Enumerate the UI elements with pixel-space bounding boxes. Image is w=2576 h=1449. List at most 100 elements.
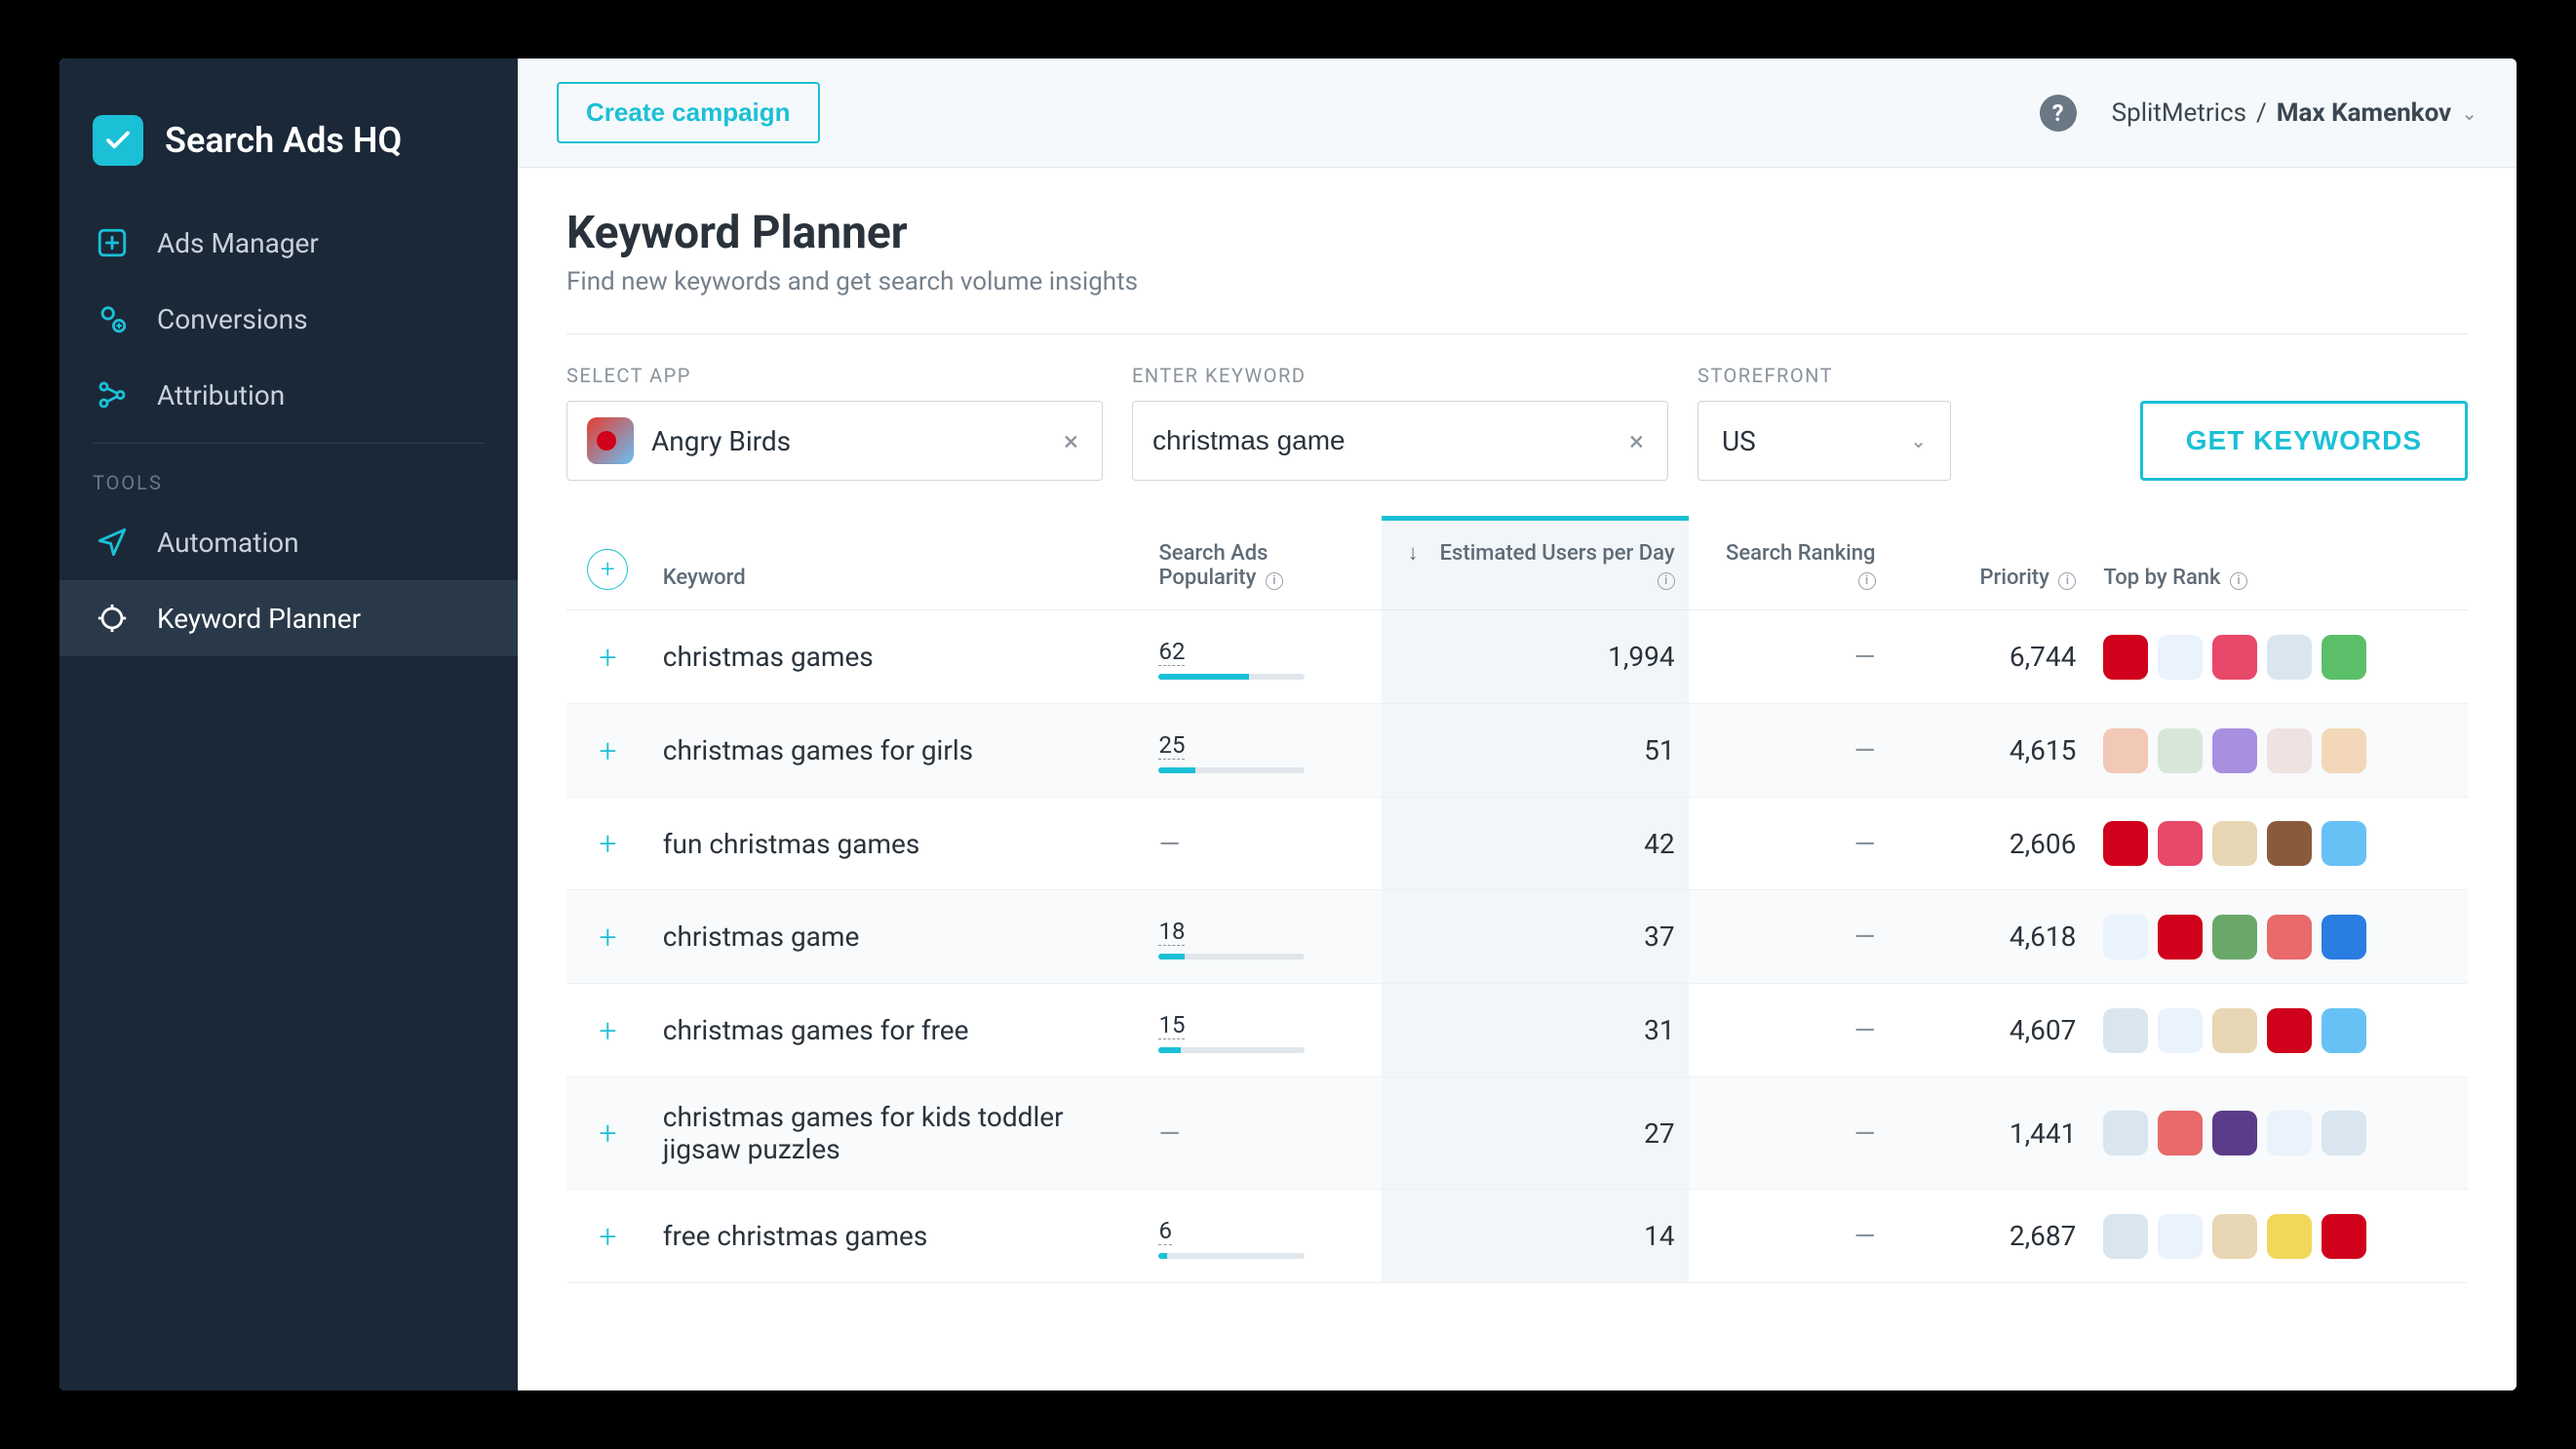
sort-desc-icon: ↓ xyxy=(1408,541,1419,566)
storefront-label: STOREFRONT xyxy=(1698,364,1951,387)
app-rank-icon[interactable] xyxy=(2322,1111,2366,1155)
col-estimated[interactable]: ↓Estimated Users per Day i xyxy=(1382,519,1689,610)
app-rank-icon[interactable] xyxy=(2322,728,2366,773)
app-rank-icon[interactable] xyxy=(2158,1008,2203,1053)
plus-square-icon xyxy=(93,226,132,259)
brand-name: Search Ads HQ xyxy=(165,120,402,161)
cell-ranking: — xyxy=(1689,1077,1890,1190)
app-rank-icon[interactable] xyxy=(2267,915,2312,959)
sidebar-item-label: Automation xyxy=(157,527,299,559)
cell-keyword: fun christmas games xyxy=(649,798,1146,890)
add-keyword-button[interactable]: + xyxy=(587,1113,628,1154)
app-rank-icon[interactable] xyxy=(2267,728,2312,773)
clear-keyword-icon[interactable]: × xyxy=(1625,425,1648,457)
app-rank-icon[interactable] xyxy=(2158,1111,2203,1155)
app-rank-icon[interactable] xyxy=(2212,635,2257,680)
app-rank-icon[interactable] xyxy=(2212,1008,2257,1053)
app-rank-icon[interactable] xyxy=(2158,915,2203,959)
app-rank-icon[interactable] xyxy=(2267,1111,2312,1155)
col-keyword[interactable]: Keyword xyxy=(649,519,1146,610)
app-select[interactable]: Angry Birds × xyxy=(566,401,1103,481)
add-keyword-button[interactable]: + xyxy=(587,1010,628,1051)
app-rank-icon[interactable] xyxy=(2158,728,2203,773)
sidebar-item-conversions[interactable]: Conversions xyxy=(59,281,518,357)
app-rank-icon[interactable] xyxy=(2322,821,2366,866)
info-icon[interactable]: i xyxy=(2058,572,2076,590)
cell-keyword: christmas games xyxy=(649,610,1146,704)
cell-keyword: free christmas games xyxy=(649,1190,1146,1283)
col-priority[interactable]: Priority i xyxy=(1890,519,2090,610)
col-popularity[interactable]: Search Ads Popularity i xyxy=(1145,519,1381,610)
app-rank-icon[interactable] xyxy=(2103,1008,2148,1053)
paper-plane-icon xyxy=(93,526,132,559)
app-rank-icon[interactable] xyxy=(2322,915,2366,959)
app-rank-icon[interactable] xyxy=(2212,915,2257,959)
get-keywords-button[interactable]: GET KEYWORDS xyxy=(2140,401,2468,481)
sidebar-item-attribution[interactable]: Attribution xyxy=(59,357,518,433)
cell-ranking: — xyxy=(1689,704,1890,798)
app-rank-icon[interactable] xyxy=(2267,635,2312,680)
app-rank-icon[interactable] xyxy=(2267,821,2312,866)
app-rank-icon[interactable] xyxy=(2212,821,2257,866)
app-rank-icon[interactable] xyxy=(2103,1214,2148,1259)
app-rank-icon[interactable] xyxy=(2322,1214,2366,1259)
app-rank-icon[interactable] xyxy=(2103,821,2148,866)
sidebar-item-label: Ads Manager xyxy=(157,227,319,259)
app-rank-icon[interactable] xyxy=(2103,915,2148,959)
app-rank-icon[interactable] xyxy=(2103,728,2148,773)
cell-keyword: christmas game xyxy=(649,890,1146,984)
table-row: +christmas games for free1531—4,607 xyxy=(566,984,2468,1077)
cell-top-rank xyxy=(2089,704,2468,798)
sidebar-section-tools: TOOLS xyxy=(59,444,518,504)
help-icon[interactable]: ? xyxy=(2040,95,2077,132)
cell-priority: 4,615 xyxy=(1890,704,2090,798)
account-menu[interactable]: SplitMetrics / Max Kamenkov ⌄ xyxy=(2112,98,2478,128)
app-rank-icon[interactable] xyxy=(2212,1214,2257,1259)
col-add[interactable]: + xyxy=(566,519,649,610)
table-row: +christmas games621,994—6,744 xyxy=(566,610,2468,704)
app-rank-icon[interactable] xyxy=(2322,1008,2366,1053)
sidebar-item-ads-manager[interactable]: Ads Manager xyxy=(59,205,518,281)
clear-app-icon[interactable]: × xyxy=(1060,425,1082,457)
create-campaign-button[interactable]: Create campaign xyxy=(557,82,820,143)
cell-ranking: — xyxy=(1689,890,1890,984)
app-rank-icon[interactable] xyxy=(2212,1111,2257,1155)
info-icon[interactable]: i xyxy=(1858,572,1876,590)
cell-keyword: christmas games for kids toddler jigsaw … xyxy=(649,1077,1146,1190)
app-rank-icon[interactable] xyxy=(2267,1008,2312,1053)
add-keyword-button[interactable]: + xyxy=(587,1216,628,1257)
app-rank-icon[interactable] xyxy=(2158,635,2203,680)
sidebar-item-automation[interactable]: Automation xyxy=(59,504,518,580)
app-rank-icon[interactable] xyxy=(2322,635,2366,680)
cell-estimated: 14 xyxy=(1382,1190,1689,1283)
app-rank-icon[interactable] xyxy=(2158,821,2203,866)
app-rank-icon[interactable] xyxy=(2267,1214,2312,1259)
info-icon[interactable]: i xyxy=(1658,572,1675,590)
cell-top-rank xyxy=(2089,798,2468,890)
keyword-input[interactable] xyxy=(1152,425,1625,456)
cell-priority: 4,618 xyxy=(1890,890,2090,984)
cell-estimated: 27 xyxy=(1382,1077,1689,1190)
keyword-table: + Keyword Search Ads Popularity i ↓Estim… xyxy=(566,516,2468,1390)
table-row: +christmas games for girls2551—4,615 xyxy=(566,704,2468,798)
storefront-select[interactable]: US ⌄ xyxy=(1698,401,1951,481)
cell-ranking: — xyxy=(1689,798,1890,890)
add-keyword-button[interactable]: + xyxy=(587,730,628,771)
page-subtitle: Find new keywords and get search volume … xyxy=(566,267,2468,296)
cell-priority: 4,607 xyxy=(1890,984,2090,1077)
app-rank-icon[interactable] xyxy=(2103,635,2148,680)
app-rank-icon[interactable] xyxy=(2212,728,2257,773)
info-icon[interactable]: i xyxy=(2230,572,2247,590)
cell-popularity: 18 xyxy=(1145,890,1381,984)
col-top-rank[interactable]: Top by Rank i xyxy=(2089,519,2468,610)
info-icon[interactable]: i xyxy=(1266,572,1283,590)
app-rank-icon[interactable] xyxy=(2158,1214,2203,1259)
sidebar-item-keyword-planner[interactable]: Keyword Planner xyxy=(59,580,518,656)
add-keyword-button[interactable]: + xyxy=(587,917,628,958)
app-rank-icon[interactable] xyxy=(2103,1111,2148,1155)
sidebar: Search Ads HQ Ads Manager Conversions At… xyxy=(59,59,518,1390)
add-keyword-button[interactable]: + xyxy=(587,823,628,864)
add-keyword-button[interactable]: + xyxy=(587,637,628,678)
col-ranking[interactable]: Search Ranking i xyxy=(1689,519,1890,610)
cell-ranking: — xyxy=(1689,984,1890,1077)
